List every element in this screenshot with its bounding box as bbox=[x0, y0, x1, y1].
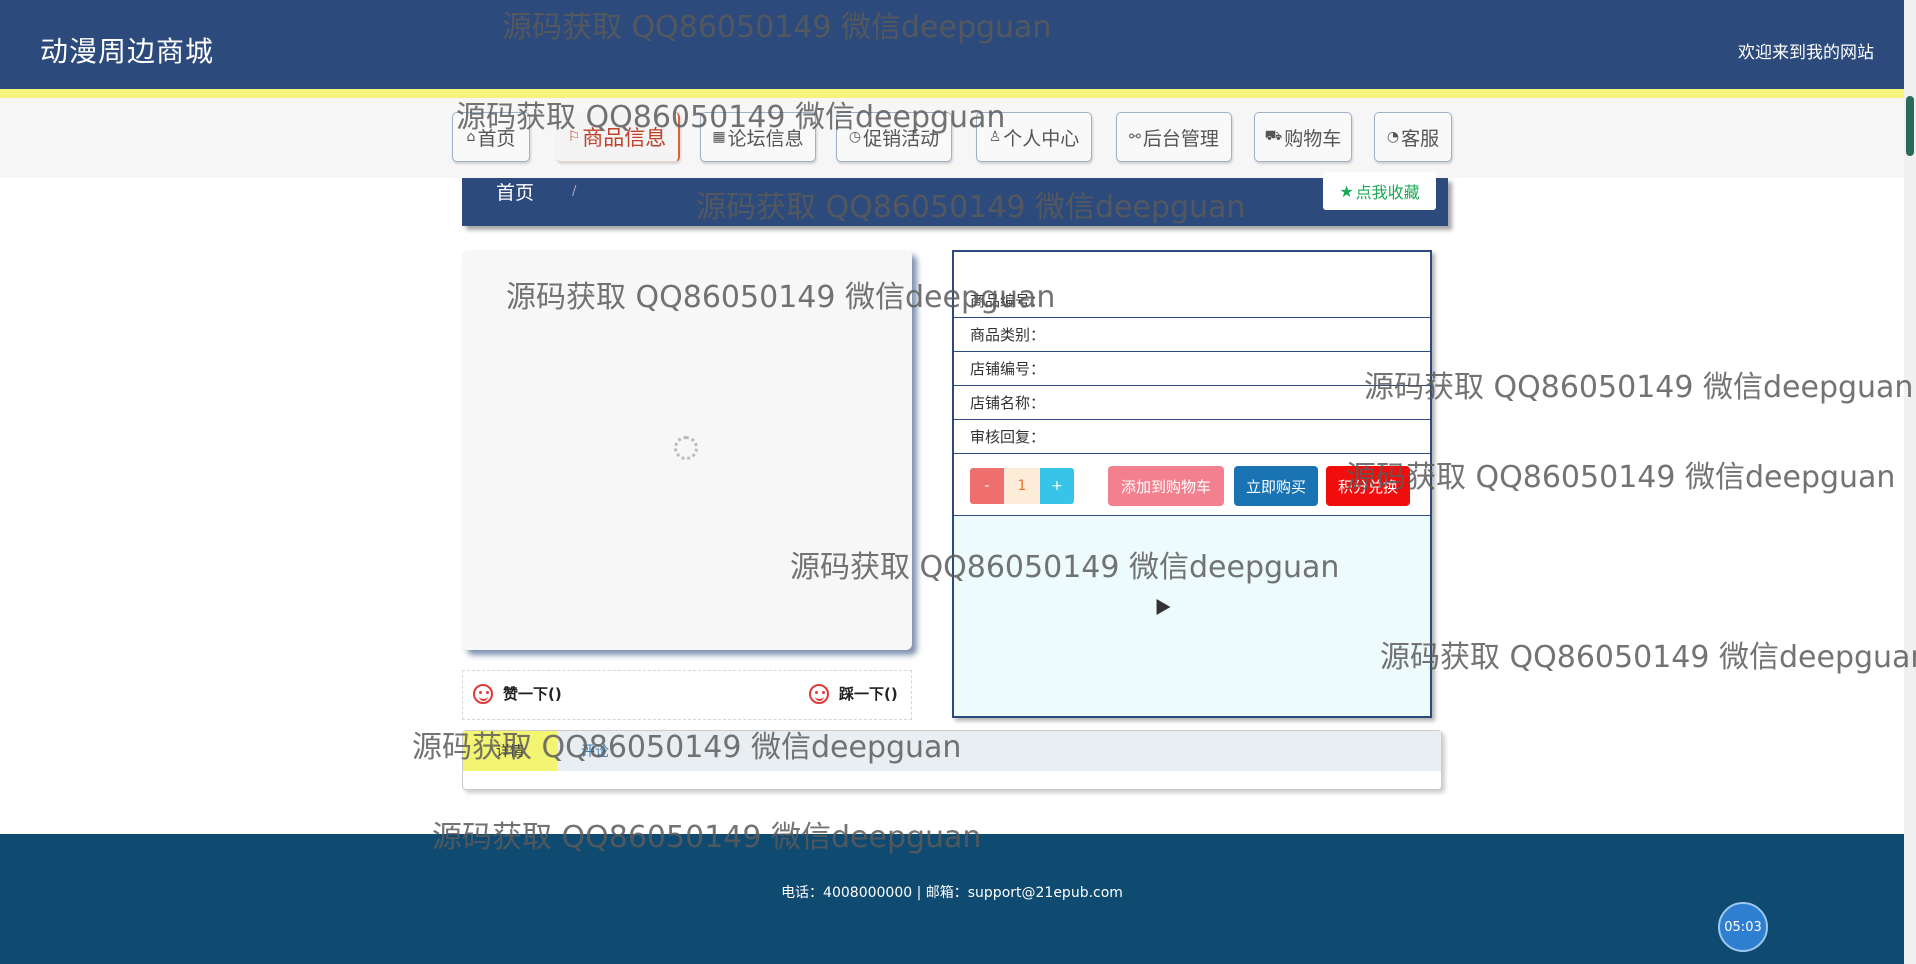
watermark: 源码获取 QQ86050149 微信deepguan bbox=[1364, 370, 1914, 405]
product-info-panel: 商品编号： 商品类别： 店铺编号： 店铺名称： 审核回复： - 1 + 添加到购… bbox=[952, 250, 1432, 718]
grid-icon: ▦ bbox=[712, 129, 726, 145]
nav-label: 客服 bbox=[1401, 127, 1440, 150]
add-to-cart-button[interactable]: 添加到购物车 bbox=[1108, 466, 1224, 506]
field-label: 商品类别： bbox=[970, 326, 1046, 344]
site-title[interactable]: 动漫周边商城 bbox=[40, 30, 214, 70]
product-detail-area bbox=[954, 516, 1430, 716]
clock-badge[interactable]: 05:03 bbox=[1718, 902, 1768, 952]
star-icon: ★ bbox=[1339, 181, 1354, 201]
site-header: 动漫周边商城 欢迎来到我的网站 bbox=[0, 0, 1904, 98]
nav-item-home[interactable]: ⌂ 首页 bbox=[452, 112, 530, 162]
detail-tabs: 详情 评论 bbox=[462, 730, 1442, 790]
quantity-increment-button[interactable]: + bbox=[1040, 468, 1074, 504]
field-label: 店铺名称： bbox=[970, 394, 1046, 412]
link-icon: ⚯ bbox=[1129, 129, 1141, 145]
product-image-card bbox=[462, 250, 912, 650]
main-nav: ⌂ 首页 ⚐ 商品信息 ▦ 论坛信息 ◷ 促销活动 ♙ 个人中心 ⚯ 后台管理 … bbox=[0, 98, 1904, 178]
vote-bar: 赞一下() 踩一下() bbox=[462, 670, 912, 720]
tab-header: 详情 评论 bbox=[463, 731, 1441, 771]
nav-item-cart[interactable]: ⛟ 购物车 bbox=[1254, 112, 1352, 162]
field-label: 审核回复： bbox=[970, 428, 1046, 446]
clock-icon: ◷ bbox=[848, 129, 862, 145]
support-icon: ◔ bbox=[1386, 129, 1400, 145]
footer-contact: 电话：4008000000 | 邮箱：support@21epub.com bbox=[781, 885, 1123, 901]
watermark: 源码获取 QQ86050149 微信deepguan bbox=[1380, 640, 1916, 675]
smile-icon bbox=[473, 683, 493, 704]
nav-label: 购物车 bbox=[1284, 127, 1342, 150]
nav-label: 论坛信息 bbox=[727, 127, 804, 150]
cart-icon: ⛟ bbox=[1264, 128, 1283, 144]
site-footer: 电话：4008000000 | 邮箱：support@21epub.com bbox=[0, 834, 1904, 964]
loading-spinner-icon bbox=[674, 436, 698, 460]
page-scrollbar[interactable] bbox=[1904, 0, 1916, 964]
smile-icon bbox=[809, 683, 829, 704]
field-product-category: 商品类别： bbox=[954, 318, 1430, 352]
field-shop-id: 店铺编号： bbox=[954, 352, 1430, 386]
tab-detail[interactable]: 详情 bbox=[463, 731, 557, 771]
nav-label: 商品信息 bbox=[582, 125, 667, 150]
scrollbar-thumb[interactable] bbox=[1906, 96, 1914, 156]
field-shop-name: 店铺名称： bbox=[954, 386, 1430, 420]
tab-review[interactable]: 评论 bbox=[581, 731, 609, 771]
welcome-text: 欢迎来到我的网站 bbox=[1738, 43, 1874, 63]
field-label: 店铺编号： bbox=[970, 360, 1046, 378]
nav-item-support[interactable]: ◔ 客服 bbox=[1374, 112, 1452, 162]
dislike-button[interactable]: 踩一下() bbox=[809, 683, 898, 704]
flag-icon: ⚐ bbox=[567, 128, 581, 145]
nav-item-promotions[interactable]: ◷ 促销活动 bbox=[836, 112, 952, 162]
points-exchange-button[interactable]: 积分兑换 bbox=[1326, 466, 1410, 506]
nav-item-admin[interactable]: ⚯ 后台管理 bbox=[1116, 112, 1232, 162]
quantity-decrement-button[interactable]: - bbox=[970, 468, 1004, 504]
favorite-button[interactable]: ★ 点我收藏 bbox=[1323, 172, 1436, 210]
nav-label: 促销活动 bbox=[863, 127, 940, 150]
user-icon: ♙ bbox=[988, 129, 1002, 145]
nav-label: 首页 bbox=[477, 127, 516, 150]
breadcrumb-separator: / bbox=[572, 184, 577, 199]
buy-now-button[interactable]: 立即购买 bbox=[1234, 466, 1318, 506]
nav-item-forum[interactable]: ▦ 论坛信息 bbox=[700, 112, 816, 162]
nav-label: 后台管理 bbox=[1142, 127, 1219, 150]
like-button[interactable]: 赞一下() bbox=[473, 683, 562, 704]
field-product-id: 商品编号： bbox=[954, 284, 1430, 318]
home-icon: ⌂ bbox=[466, 129, 476, 145]
nav-item-products[interactable]: ⚐ 商品信息 bbox=[556, 112, 680, 162]
nav-label: 个人中心 bbox=[1003, 127, 1080, 150]
like-label: 赞一下() bbox=[503, 685, 562, 703]
breadcrumb: 首页 / ★ 点我收藏 bbox=[462, 172, 1448, 226]
breadcrumb-home[interactable]: 首页 bbox=[496, 178, 534, 205]
nav-item-profile[interactable]: ♙ 个人中心 bbox=[976, 112, 1092, 162]
purchase-actions: - 1 + 添加到购物车 立即购买 积分兑换 bbox=[954, 456, 1430, 516]
quantity-input[interactable]: 1 bbox=[1004, 468, 1040, 504]
field-label: 商品编号： bbox=[970, 292, 1046, 310]
dislike-label: 踩一下() bbox=[839, 685, 898, 703]
favorite-label: 点我收藏 bbox=[1355, 183, 1420, 202]
field-review-reply: 审核回复： bbox=[954, 420, 1430, 454]
